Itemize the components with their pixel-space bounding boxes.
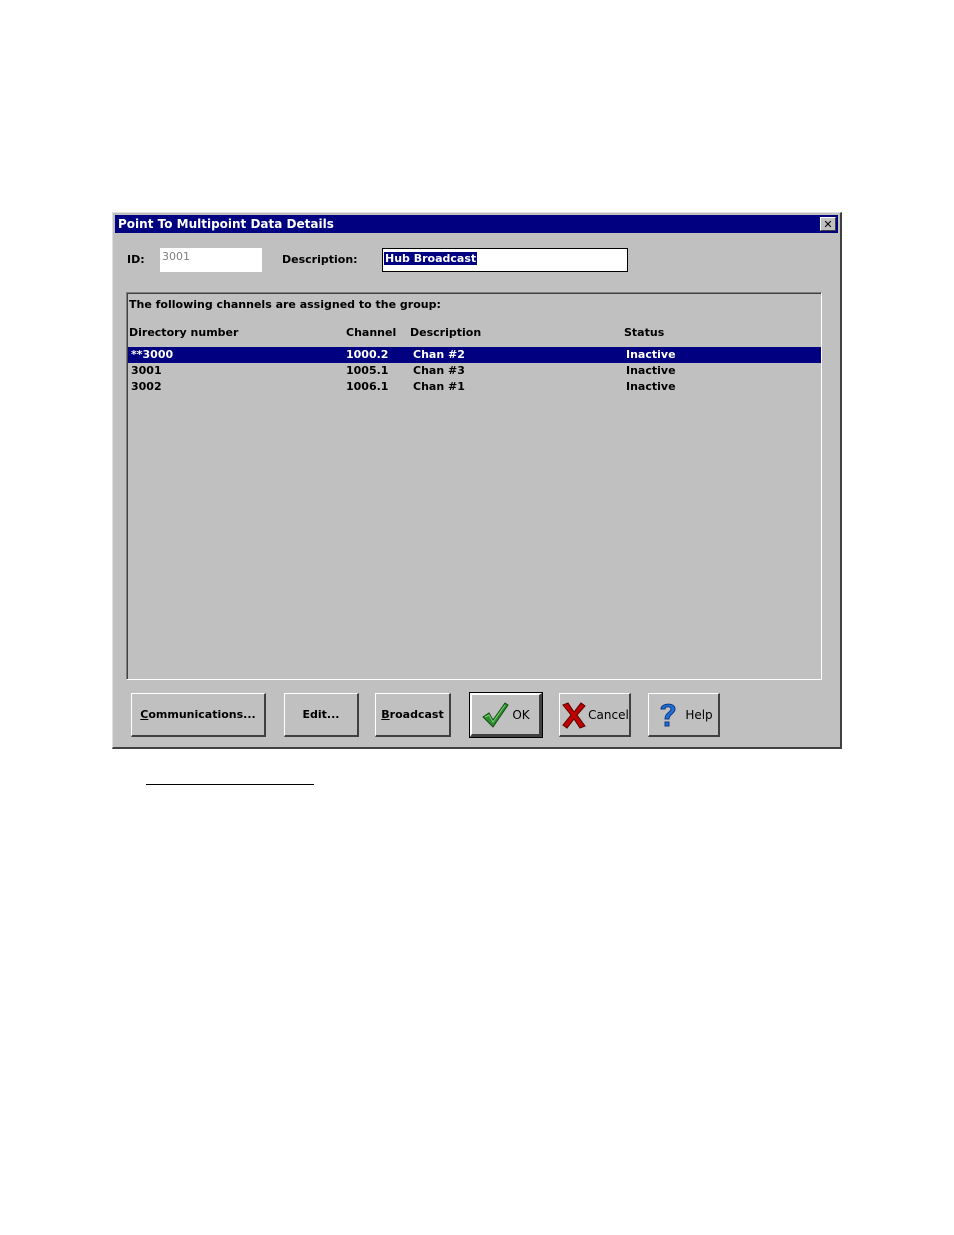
cancel-button[interactable]: Cancel: [559, 693, 631, 737]
communications-button[interactable]: Communications...: [131, 693, 266, 737]
close-icon[interactable]: ✕: [820, 217, 836, 231]
cancel-label: Cancel: [588, 707, 629, 722]
window-title: Point To Multipoint Data Details: [118, 217, 334, 231]
title-bar[interactable]: Point To Multipoint Data Details ✕: [115, 215, 838, 233]
channel-cell: 1005.1: [346, 364, 389, 377]
id-label: ID:: [127, 253, 145, 266]
channel-cell: 1000.2: [346, 348, 389, 361]
channel-cell: 1006.1: [346, 380, 389, 393]
id-value: 3001: [162, 250, 190, 263]
broadcast-label: roadcast: [389, 708, 444, 721]
ok-label: OK: [512, 707, 530, 722]
description-value: Hub Broadcast: [384, 252, 478, 265]
directory-cell: **3000: [131, 348, 174, 361]
communications-label: ommunications...: [148, 708, 256, 721]
ok-button[interactable]: OK: [469, 692, 543, 738]
table-row[interactable]: **3000 1000.2 Chan #2 Inactive: [128, 347, 821, 363]
list-caption: The following channels are assigned to t…: [129, 298, 441, 311]
description-cell: Chan #2: [413, 348, 465, 361]
status-cell: Inactive: [626, 364, 676, 377]
description-cell: Chan #3: [413, 364, 465, 377]
broadcast-mnemonic: B: [381, 708, 390, 721]
channel-list[interactable]: The following channels are assigned to t…: [126, 292, 822, 680]
table-row[interactable]: 3002 1006.1 Chan #1 Inactive: [128, 379, 821, 395]
column-header-status[interactable]: Status: [624, 326, 664, 339]
description-input[interactable]: Hub Broadcast: [382, 248, 628, 272]
id-field: 3001: [160, 248, 262, 272]
communications-mnemonic: C: [140, 708, 149, 721]
help-button[interactable]: Help: [648, 693, 720, 737]
column-header-description[interactable]: Description: [410, 326, 481, 339]
checkmark-icon: [482, 701, 510, 728]
question-mark-icon: [660, 703, 676, 726]
description-cell: Chan #1: [413, 380, 465, 393]
broadcast-button[interactable]: Broadcast: [375, 693, 451, 737]
help-label: Help: [685, 707, 713, 722]
description-label: Description:: [282, 253, 358, 266]
column-header-directory[interactable]: Directory number: [129, 326, 238, 339]
edit-label: Edit...: [302, 708, 340, 721]
directory-cell: 3001: [131, 364, 162, 377]
red-x-icon: [562, 701, 586, 729]
status-cell: Inactive: [626, 348, 676, 361]
directory-cell: 3002: [131, 380, 162, 393]
table-row[interactable]: 3001 1005.1 Chan #3 Inactive: [128, 363, 821, 379]
status-cell: Inactive: [626, 380, 676, 393]
divider-line: [146, 784, 314, 785]
edit-button[interactable]: Edit...: [284, 693, 359, 737]
column-header-channel[interactable]: Channel: [346, 326, 396, 339]
point-to-multipoint-dialog: Point To Multipoint Data Details ✕ ID: 3…: [112, 212, 842, 749]
list-rows: **3000 1000.2 Chan #2 Inactive 3001 1005…: [128, 347, 821, 395]
